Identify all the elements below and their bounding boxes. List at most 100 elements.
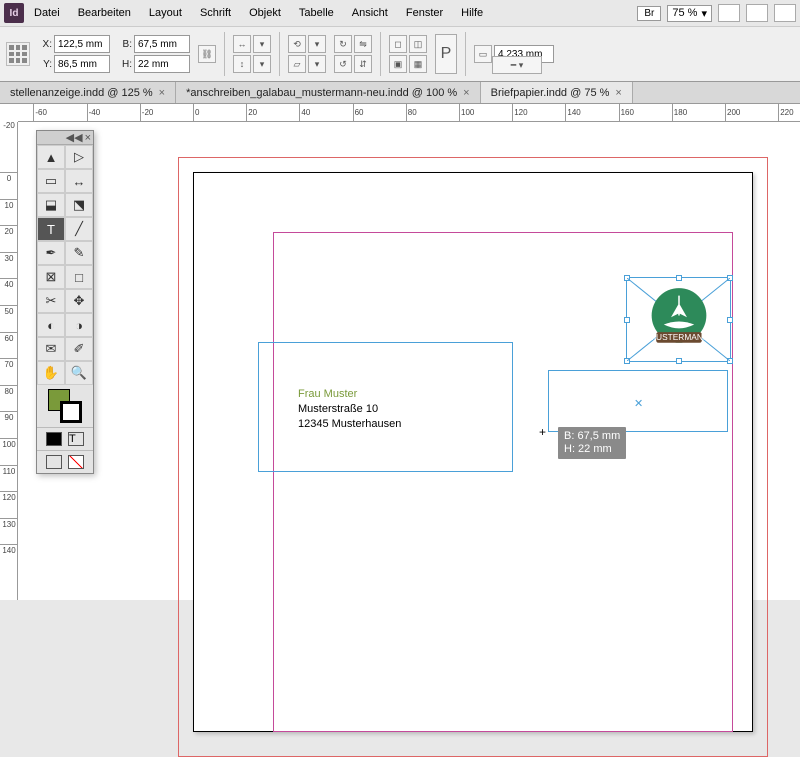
- menu-objekt[interactable]: Objekt: [241, 3, 289, 23]
- pencil-tool[interactable]: ✎: [65, 241, 93, 265]
- y-input[interactable]: [54, 55, 110, 73]
- app-icon: Id: [4, 3, 24, 23]
- stroke-weight-icon: ▭: [474, 45, 492, 63]
- recipient-street: Musterstraße 10: [298, 402, 401, 417]
- content-collector-tool[interactable]: ⬓: [37, 193, 65, 217]
- y-label: Y:: [38, 59, 52, 70]
- w-label: B:: [118, 39, 132, 50]
- panel-header[interactable]: ◀◀×: [37, 131, 93, 145]
- control-bar: X: Y: B: H: ⛓ ↔▾ ↕▾ ⟲▾ ▱▾ ↻⇋ ↺⇵ ◻◫ ▣▦ P …: [0, 26, 800, 82]
- rotate-ccw-icon[interactable]: ↺: [334, 55, 352, 73]
- note-tool[interactable]: ✉: [37, 337, 65, 361]
- menu-bearbeiten[interactable]: Bearbeiten: [70, 3, 139, 23]
- menu-layout[interactable]: Layout: [141, 3, 190, 23]
- rotate-step[interactable]: ▾: [308, 35, 326, 53]
- apply-none-icon[interactable]: T: [68, 432, 84, 446]
- zoom-level[interactable]: 75 % ▾: [667, 5, 712, 22]
- menu-fenster[interactable]: Fenster: [398, 3, 451, 23]
- tools-panel[interactable]: ◀◀× ▲ ▷ ▭ ↔ ⬓ ⬔ T ╱ ✒ ✎ ⊠ □ ✂ ✥ ◐ ◑ ✉ ✐ …: [36, 130, 94, 474]
- rectangle-tool[interactable]: □: [65, 265, 93, 289]
- paragraph-style-icon[interactable]: P: [435, 34, 457, 74]
- normal-view-icon[interactable]: [46, 455, 62, 469]
- close-icon[interactable]: ×: [463, 87, 469, 99]
- shear-icon[interactable]: ▱: [288, 55, 306, 73]
- menu-tabelle[interactable]: Tabelle: [291, 3, 342, 23]
- tooltip-height: H: 22 mm: [564, 443, 620, 456]
- tab-briefpapier[interactable]: Briefpapier.indd @ 75 %×: [481, 82, 633, 103]
- canvas[interactable]: Frau Muster Musterstraße 10 12345 Muster…: [18, 122, 800, 600]
- chevron-down-icon: ▾: [701, 7, 707, 20]
- content-placer-tool[interactable]: ⬔: [65, 193, 93, 217]
- cursor-crosshair-icon: +: [539, 425, 546, 439]
- gradient-swatch-tool[interactable]: ◐: [37, 313, 65, 337]
- select-container-icon[interactable]: ◻: [389, 35, 407, 53]
- apply-color-icon[interactable]: [46, 432, 62, 446]
- h-label: H:: [118, 59, 132, 70]
- stroke-style[interactable]: ━ ▾: [492, 56, 542, 74]
- select-content-icon[interactable]: ◫: [409, 35, 427, 53]
- fit-content-icon[interactable]: ▣: [389, 55, 407, 73]
- recipient-city: 12345 Musterhausen: [298, 417, 401, 432]
- logo-frame[interactable]: MUSTERMANN: [626, 277, 731, 362]
- hand-tool[interactable]: ✋: [37, 361, 65, 385]
- scale-x-step[interactable]: ▾: [253, 35, 271, 53]
- tab-label: stellenanzeige.indd @ 125 %: [10, 87, 153, 99]
- flip-v-icon[interactable]: ⇵: [354, 55, 372, 73]
- workspace: -60-40-200204060801001201401601802002202…: [0, 104, 800, 600]
- view-options-icon[interactable]: [718, 4, 740, 22]
- menu-hilfe[interactable]: Hilfe: [453, 3, 491, 23]
- tab-anschreiben[interactable]: *anschreiben_galabau_mustermann-neu.indd…: [176, 82, 481, 103]
- fill-stroke-swatch[interactable]: [37, 385, 93, 427]
- dimension-tooltip: B: 67,5 mm H: 22 mm: [558, 427, 626, 459]
- tooltip-width: B: 67,5 mm: [564, 430, 620, 443]
- scissors-tool[interactable]: ✂: [37, 289, 65, 313]
- x-input[interactable]: [54, 35, 110, 53]
- stroke-swatch[interactable]: [60, 401, 82, 423]
- collapse-icon[interactable]: ◀◀: [66, 131, 83, 144]
- logo-icon: MUSTERMANN: [641, 282, 717, 358]
- menu-schrift[interactable]: Schrift: [192, 3, 239, 23]
- reference-point[interactable]: [6, 42, 30, 66]
- menu-bar: Id Datei Bearbeiten Layout Schrift Objek…: [0, 0, 800, 26]
- screen-mode-icon[interactable]: [746, 4, 768, 22]
- flip-h-icon[interactable]: ⇋: [354, 35, 372, 53]
- tab-stellenanzeige[interactable]: stellenanzeige.indd @ 125 % ×: [0, 82, 176, 103]
- close-icon[interactable]: ×: [159, 87, 165, 99]
- drawing-frame[interactable]: ✕: [548, 370, 728, 432]
- shear-step[interactable]: ▾: [308, 55, 326, 73]
- constrain-icon[interactable]: ⛓: [198, 45, 216, 63]
- close-icon[interactable]: ×: [85, 132, 91, 144]
- menu-datei[interactable]: Datei: [26, 3, 68, 23]
- ruler-horizontal[interactable]: -60-40-200204060801001201401601802002202…: [18, 104, 800, 122]
- scale-x-icon[interactable]: ↔: [233, 35, 251, 53]
- line-tool[interactable]: ╱: [65, 217, 93, 241]
- gap-tool[interactable]: ↔: [65, 169, 93, 193]
- free-transform-tool[interactable]: ✥: [65, 289, 93, 313]
- close-icon[interactable]: ×: [615, 87, 621, 99]
- fill-frame-icon[interactable]: ▦: [409, 55, 427, 73]
- menu-ansicht[interactable]: Ansicht: [344, 3, 396, 23]
- address-text: Frau Muster Musterstraße 10 12345 Muster…: [298, 387, 401, 432]
- gradient-feather-tool[interactable]: ◑: [65, 313, 93, 337]
- bridge-button[interactable]: Br: [637, 6, 661, 21]
- document-tabs: stellenanzeige.indd @ 125 % × *anschreibe…: [0, 82, 800, 104]
- zoom-value: 75 %: [672, 7, 697, 19]
- scale-y-icon[interactable]: ↕: [233, 55, 251, 73]
- type-tool[interactable]: T: [37, 217, 65, 241]
- eyedropper-tool[interactable]: ✐: [65, 337, 93, 361]
- selection-tool[interactable]: ▲: [37, 145, 65, 169]
- direct-selection-tool[interactable]: ▷: [65, 145, 93, 169]
- rectangle-frame-tool[interactable]: ⊠: [37, 265, 65, 289]
- pen-tool[interactable]: ✒: [37, 241, 65, 265]
- preview-view-icon[interactable]: [68, 455, 84, 469]
- width-input[interactable]: [134, 35, 190, 53]
- page-tool[interactable]: ▭: [37, 169, 65, 193]
- rotate-cw-icon[interactable]: ↻: [334, 35, 352, 53]
- ruler-vertical[interactable]: -200102030405060708090100110120130140: [0, 122, 18, 600]
- recipient-name: Frau Muster: [298, 387, 401, 402]
- rotate-icon[interactable]: ⟲: [288, 35, 306, 53]
- scale-y-step[interactable]: ▾: [253, 55, 271, 73]
- zoom-tool[interactable]: 🔍: [65, 361, 93, 385]
- height-input[interactable]: [134, 55, 190, 73]
- arrange-icon[interactable]: [774, 4, 796, 22]
